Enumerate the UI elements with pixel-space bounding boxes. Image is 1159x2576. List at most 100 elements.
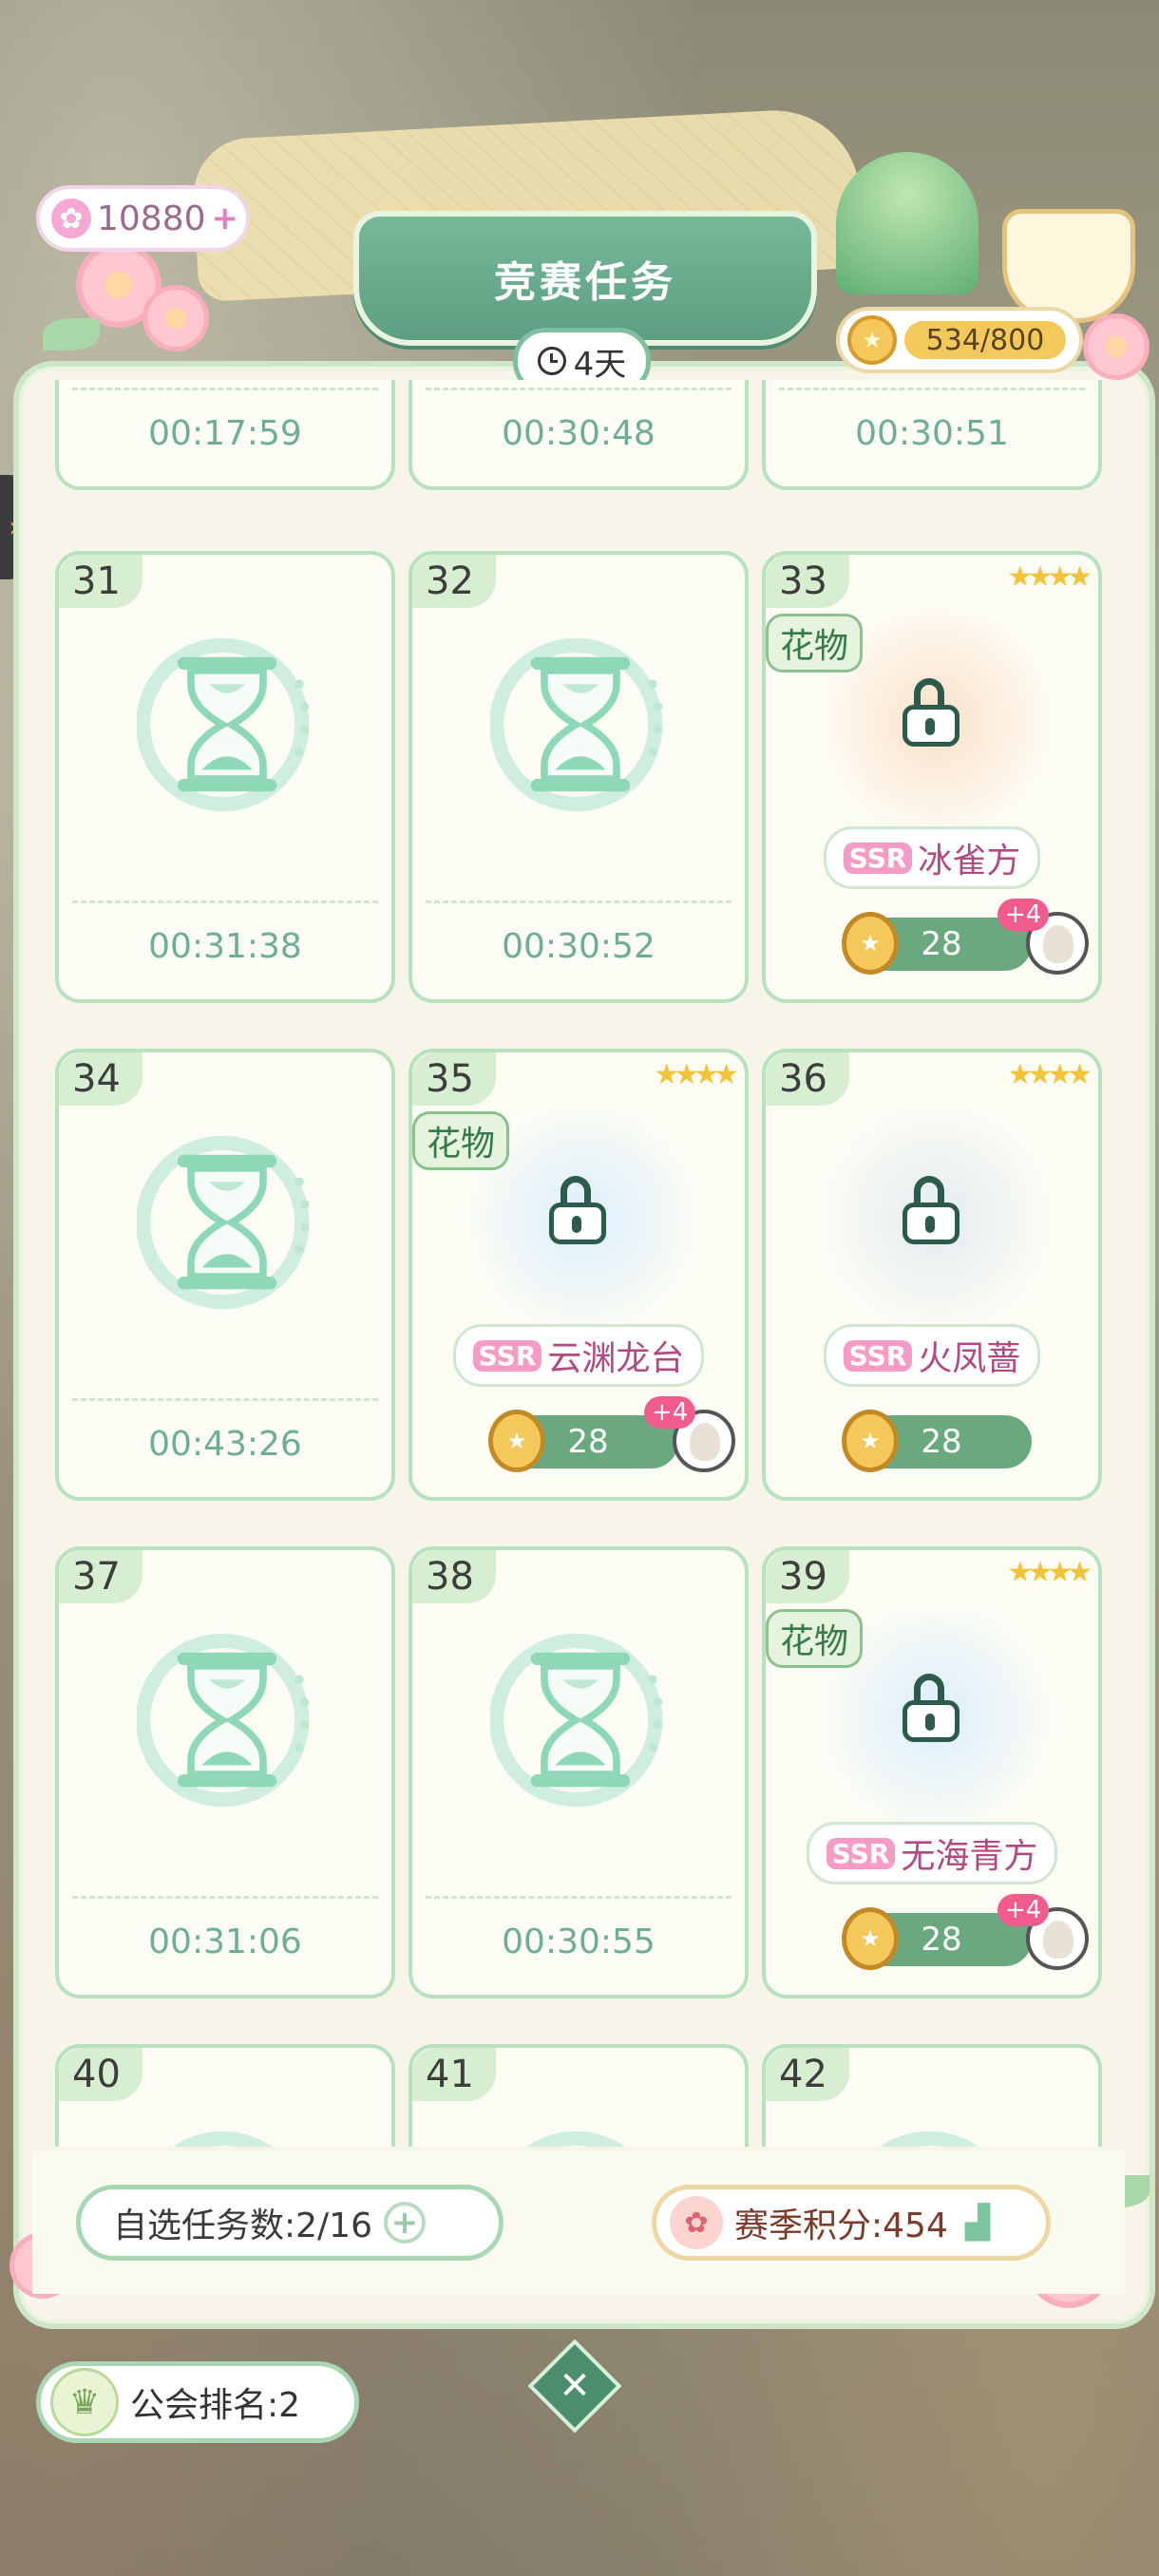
item-name-pill: SSR 冰雀方 <box>823 826 1041 889</box>
rarity-badge: SSR <box>472 1339 542 1372</box>
gem-icon: ✿ <box>51 199 91 238</box>
divider <box>72 900 378 903</box>
task-card[interactable]: 00:30:48 <box>408 380 749 490</box>
reward-amount: 28 <box>567 1423 609 1461</box>
task-card-41[interactable]: 41 <box>408 2044 749 2147</box>
task-scroll-area[interactable]: 00:17:59 00:30:48 00:30:51 31 00:31:38 32 0… <box>32 380 1125 2147</box>
task-number: 31 <box>59 555 142 608</box>
reward-amount: 28 <box>921 925 962 963</box>
divider <box>72 1398 378 1401</box>
gem-counter[interactable]: ✿ 10880 + <box>36 185 250 252</box>
trophy-icon: ♛ <box>50 2368 119 2436</box>
task-timer: 00:30:55 <box>502 1923 656 1961</box>
self-select-count: 自选任务数:2/16 <box>113 2207 372 2245</box>
task-number: 37 <box>59 1550 142 1603</box>
hourglass-icon <box>136 635 317 815</box>
season-score-value: 赛季积分:454 <box>734 2207 948 2245</box>
task-number: 35 <box>412 1052 496 1106</box>
four-star-rating-icon: ★★★★ <box>1007 1556 1092 1589</box>
task-number: 33 <box>766 555 849 608</box>
task-card-38[interactable]: 38 00:30:55 <box>408 1546 749 1998</box>
lock-icon <box>899 1176 965 1246</box>
four-star-rating-icon: ★★★★ <box>1007 1058 1092 1091</box>
task-number: 34 <box>59 1052 142 1106</box>
task-timer: 00:31:38 <box>148 927 302 966</box>
task-timer: 00:17:59 <box>148 414 302 453</box>
self-select-tasks[interactable]: 自选任务数:2/16 + <box>76 2185 504 2261</box>
hourglass-icon <box>489 635 671 815</box>
task-card-39[interactable]: 39 ★★★★ 花物 SSR 无海青方 28 ★ +4 <box>762 1546 1102 1998</box>
item-name-pill: SSR 火凤蔷 <box>823 1324 1041 1387</box>
task-number: 36 <box>766 1052 849 1106</box>
lock-icon <box>899 1674 965 1744</box>
medal-icon: ★ <box>842 1907 899 1970</box>
rarity-badge: SSR <box>826 1837 896 1869</box>
rarity-badge: SSR <box>843 1339 913 1372</box>
task-card-42[interactable]: 42 <box>762 2044 1102 2147</box>
lock-icon <box>899 678 965 748</box>
divider <box>72 388 378 390</box>
guild-rank-value: 公会排名:2 <box>130 2386 301 2425</box>
item-name: 云渊龙台 <box>547 1339 685 1378</box>
task-card[interactable]: 00:17:59 <box>55 380 395 490</box>
divider <box>779 388 1085 390</box>
reward-amount: 28 <box>921 1921 962 1959</box>
title-banner: 竞赛任务 <box>353 211 817 346</box>
season-score[interactable]: ✿ 赛季积分:454 ▟ <box>652 2185 1051 2261</box>
four-star-rating-icon: ★★★★ <box>654 1058 739 1091</box>
hourglass-icon <box>489 1630 671 1810</box>
task-timer: 00:31:06 <box>148 1923 302 1961</box>
task-timer: 00:30:52 <box>502 927 656 966</box>
hourglass-icon <box>490 2128 671 2147</box>
category-tag: 花物 <box>766 614 864 672</box>
four-star-rating-icon: ★★★★ <box>1007 560 1092 594</box>
bonus-badge: +4 <box>998 899 1050 931</box>
teacup-decoration <box>1002 209 1135 323</box>
page-title: 竞赛任务 <box>494 258 676 307</box>
task-card-35[interactable]: 35 ★★★★ 花物 SSR 云渊龙台 28 ★ +4 <box>408 1049 749 1501</box>
task-timer: 00:30:48 <box>502 414 656 453</box>
leaf-decoration <box>43 318 100 350</box>
remaining-time: 4天 <box>573 345 627 384</box>
medal-count: 534/800 <box>925 323 1045 357</box>
task-card-40[interactable]: 40 <box>55 2044 395 2147</box>
task-card-36[interactable]: 36 ★★★★ SSR 火凤蔷 28 ★ <box>762 1049 1102 1501</box>
task-card-33[interactable]: 33 ★★★★ 花物 SSR 冰雀方 28 ★ +4 <box>762 551 1102 1003</box>
ranking-chart-icon[interactable]: ▟ <box>965 2204 990 2242</box>
add-task-icon[interactable]: + <box>383 2202 426 2244</box>
hourglass-icon <box>137 2128 317 2147</box>
guild-rank[interactable]: ♛ 公会排名:2 <box>36 2361 359 2443</box>
task-card-31[interactable]: 31 00:31:38 <box>55 551 395 1003</box>
flower-decoration <box>142 285 209 351</box>
divider <box>426 1896 732 1899</box>
item-name: 火凤蔷 <box>918 1339 1021 1378</box>
medal-icon: ★ <box>488 1410 545 1472</box>
task-number: 41 <box>412 2048 496 2101</box>
task-number: 39 <box>766 1550 849 1603</box>
flower-badge-icon: ✿ <box>670 2196 723 2249</box>
task-number: 32 <box>412 555 496 608</box>
close-icon: ✕ <box>559 2364 591 2408</box>
category-tag: 花物 <box>766 1609 864 1668</box>
item-name: 无海青方 <box>901 1837 1038 1876</box>
medal-icon: ★ <box>847 315 897 365</box>
task-card[interactable]: 00:30:51 <box>762 380 1102 490</box>
divider <box>426 388 732 390</box>
leaf-house-decoration <box>836 152 978 294</box>
medal-progress: ★ 534/800 <box>836 307 1083 373</box>
add-gems-icon[interactable]: + <box>212 199 239 237</box>
hourglass-icon <box>136 1132 317 1313</box>
rarity-badge: SSR <box>843 842 913 874</box>
task-card-37[interactable]: 37 00:31:06 <box>55 1546 395 1998</box>
task-card-32[interactable]: 32 00:30:52 <box>408 551 749 1003</box>
hourglass-icon <box>844 2128 1024 2147</box>
medal-icon: ★ <box>842 912 899 975</box>
task-card-34[interactable]: 34 00:43:26 <box>55 1049 395 1501</box>
reward-amount: 28 <box>921 1423 962 1461</box>
clock-icon <box>537 347 566 375</box>
task-number: 38 <box>412 1550 496 1603</box>
category-tag: 花物 <box>412 1111 510 1170</box>
bonus-badge: +4 <box>644 1396 696 1429</box>
divider <box>72 1896 378 1899</box>
medal-icon: ★ <box>842 1410 899 1472</box>
